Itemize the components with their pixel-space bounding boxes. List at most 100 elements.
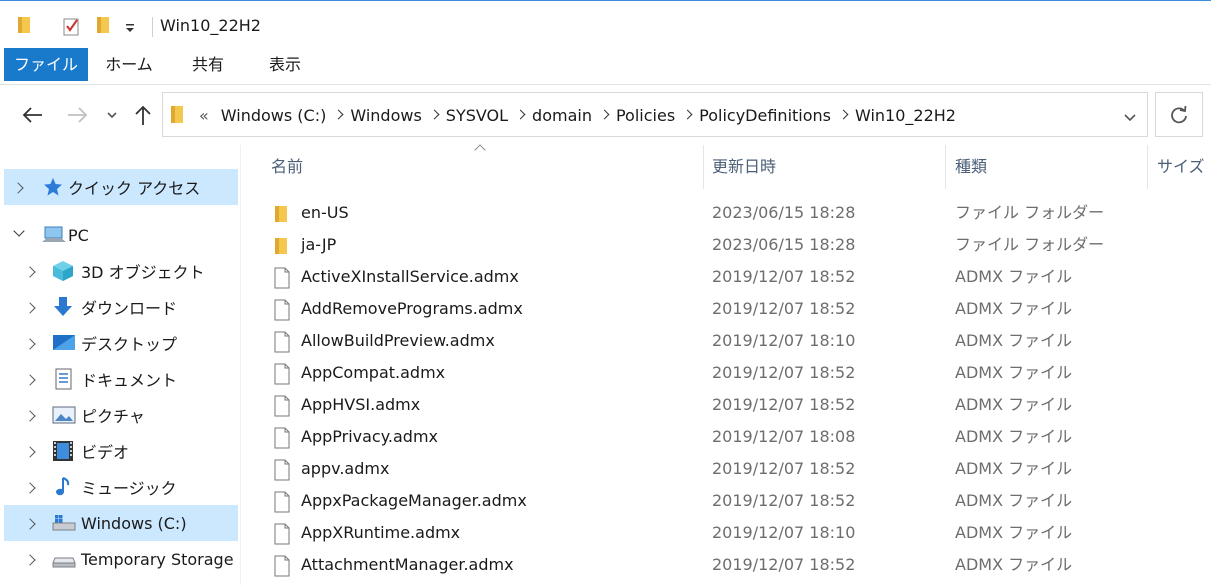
folder-icon: [273, 235, 291, 257]
nav-item-windows-c[interactable]: Windows (C:): [4, 505, 238, 541]
file-name: ja-JP: [301, 235, 337, 254]
nav-item-pc[interactable]: PC: [4, 217, 238, 253]
customize-toolbar-icon[interactable]: [124, 19, 136, 38]
breadcrumb-item[interactable]: Windows: [350, 106, 421, 125]
breadcrumb-item[interactable]: Policies: [616, 106, 675, 125]
file-type: ADMX ファイル: [955, 363, 1073, 382]
chevron-right-icon[interactable]: [326, 109, 350, 123]
column-header-date[interactable]: 更新日時: [712, 145, 776, 189]
column-divider[interactable]: [1147, 145, 1148, 189]
column-header-type[interactable]: 種類: [955, 145, 987, 189]
navigation-pane: クイック アクセス PC 3D オブジェクト ダウンロード デスクトップ ドキュ…: [0, 145, 240, 585]
new-folder-icon[interactable]: [95, 15, 113, 39]
file-date: 2019/12/07 18:52: [712, 363, 856, 382]
chevron-right-icon[interactable]: [508, 109, 532, 123]
file-row[interactable]: AttachmentManager.admx 2019/12/07 18:52 AD…: [241, 549, 1211, 581]
column-divider[interactable]: [945, 145, 946, 189]
breadcrumb-overflow[interactable]: «: [199, 106, 209, 125]
forward-button[interactable]: [64, 102, 90, 128]
file-icon: [273, 331, 291, 353]
file-date: 2023/06/15 18:28: [712, 235, 856, 254]
properties-icon[interactable]: [62, 15, 82, 41]
file-row[interactable]: AppXRuntime.admx 2019/12/07 18:10 ADMX ファイ…: [241, 517, 1211, 549]
file-type: ADMX ファイル: [955, 299, 1073, 318]
file-date: 2019/12/07 18:52: [712, 491, 856, 510]
file-date: 2019/12/07 18:10: [712, 523, 856, 542]
file-row[interactable]: AppxPackageManager.admx 2019/12/07 18:52 A…: [241, 485, 1211, 517]
refresh-button[interactable]: [1155, 92, 1203, 137]
folder-icon: [16, 15, 34, 39]
chevron-right-icon[interactable]: [26, 266, 36, 276]
breadcrumb-item[interactable]: Win10_22H2: [855, 106, 956, 125]
file-icon: [273, 427, 291, 449]
nav-item-downloads[interactable]: ダウンロード: [4, 289, 238, 325]
file-row[interactable]: ja-JP 2023/06/15 18:28 ファイル フォルダー: [241, 229, 1211, 261]
breadcrumb-item[interactable]: PolicyDefinitions: [699, 106, 831, 125]
address-history-button[interactable]: [1123, 109, 1137, 128]
chevron-right-icon[interactable]: [831, 109, 855, 123]
up-button[interactable]: [131, 102, 155, 128]
file-type: ファイル フォルダー: [955, 235, 1105, 254]
film-icon: [52, 440, 74, 462]
file-row[interactable]: AppHVSI.admx 2019/12/07 18:52 ADMX ファイル: [241, 389, 1211, 421]
nav-item-desktop[interactable]: デスクトップ: [4, 325, 238, 361]
nav-item-documents[interactable]: ドキュメント: [4, 361, 238, 397]
column-header-size[interactable]: サイズ: [1157, 145, 1205, 189]
file-name: en-US: [301, 203, 349, 222]
file-row[interactable]: ActiveXInstallService.admx 2019/12/07 18:…: [241, 261, 1211, 293]
file-date: 2023/06/15 18:28: [712, 203, 856, 222]
column-divider[interactable]: [703, 145, 704, 189]
breadcrumb-item[interactable]: Windows (C:): [221, 106, 327, 125]
nav-item-music[interactable]: ミュージック: [4, 469, 238, 505]
picture-icon: [52, 404, 76, 426]
file-name: AllowBuildPreview.admx: [301, 331, 495, 350]
nav-item-videos[interactable]: ビデオ: [4, 433, 238, 469]
file-icon: [273, 363, 291, 385]
file-row[interactable]: AppCompat.admx 2019/12/07 18:52 ADMX ファイル: [241, 357, 1211, 389]
chevron-right-icon[interactable]: [26, 554, 36, 564]
chevron-right-icon[interactable]: [26, 518, 36, 528]
file-row[interactable]: AppPrivacy.admx 2019/12/07 18:08 ADMX ファイル: [241, 421, 1211, 453]
folder-icon: [273, 203, 291, 225]
chevron-right-icon[interactable]: [26, 302, 36, 312]
nav-item-temporary-storage[interactable]: Temporary Storage: [4, 541, 238, 577]
file-row[interactable]: AllowBuildPreview.admx 2019/12/07 18:10 AD…: [241, 325, 1211, 357]
file-row[interactable]: AddRemovePrograms.admx 2019/12/07 18:52 AD…: [241, 293, 1211, 325]
chevron-right-icon[interactable]: [422, 109, 446, 123]
chevron-right-icon[interactable]: [675, 109, 699, 123]
file-date: 2019/12/07 18:52: [712, 459, 856, 478]
window-title: Win10_22H2: [160, 16, 261, 35]
chevron-right-icon[interactable]: [592, 109, 616, 123]
chevron-right-icon[interactable]: [26, 446, 36, 456]
chevron-right-icon[interactable]: [14, 182, 24, 192]
address-bar[interactable]: « Windows (C:) Windows SYSVOL domain Pol…: [162, 92, 1148, 137]
breadcrumb-item[interactable]: domain: [532, 106, 592, 125]
file-row[interactable]: appv.admx 2019/12/07 18:52 ADMX ファイル: [241, 453, 1211, 485]
file-row[interactable]: en-US 2023/06/15 18:28 ファイル フォルダー: [241, 197, 1211, 229]
back-button[interactable]: [20, 102, 46, 128]
file-type: ADMX ファイル: [955, 427, 1073, 446]
ribbon: ファイル ホーム 共有 表示: [0, 48, 1211, 85]
breadcrumb-item[interactable]: SYSVOL: [446, 106, 508, 125]
nav-item-label: PC: [68, 225, 89, 245]
nav-item-pictures[interactable]: ピクチャ: [4, 397, 238, 433]
chevron-right-icon[interactable]: [26, 338, 36, 348]
file-type: ADMX ファイル: [955, 267, 1073, 286]
desktop-icon: [52, 332, 75, 354]
nav-item-quick-access[interactable]: クイック アクセス: [4, 169, 238, 205]
tab-home[interactable]: ホーム: [98, 48, 160, 81]
column-header-name[interactable]: 名前: [271, 145, 303, 189]
nav-item-label: ミュージック: [81, 479, 177, 498]
recent-locations-button[interactable]: [104, 102, 120, 128]
chevron-right-icon[interactable]: [26, 374, 36, 384]
chevron-right-icon[interactable]: [26, 410, 36, 420]
file-date: 2019/12/07 18:52: [712, 267, 856, 286]
tab-file[interactable]: ファイル: [4, 48, 88, 81]
nav-item-label: ビデオ: [81, 443, 130, 462]
nav-item-3d-objects[interactable]: 3D オブジェクト: [4, 253, 238, 289]
chevron-right-icon[interactable]: [26, 482, 36, 492]
back-arrow-icon: [22, 107, 42, 123]
tab-share[interactable]: 共有: [178, 48, 238, 81]
tab-view[interactable]: 表示: [255, 48, 315, 81]
chevron-down-icon[interactable]: [14, 227, 24, 237]
